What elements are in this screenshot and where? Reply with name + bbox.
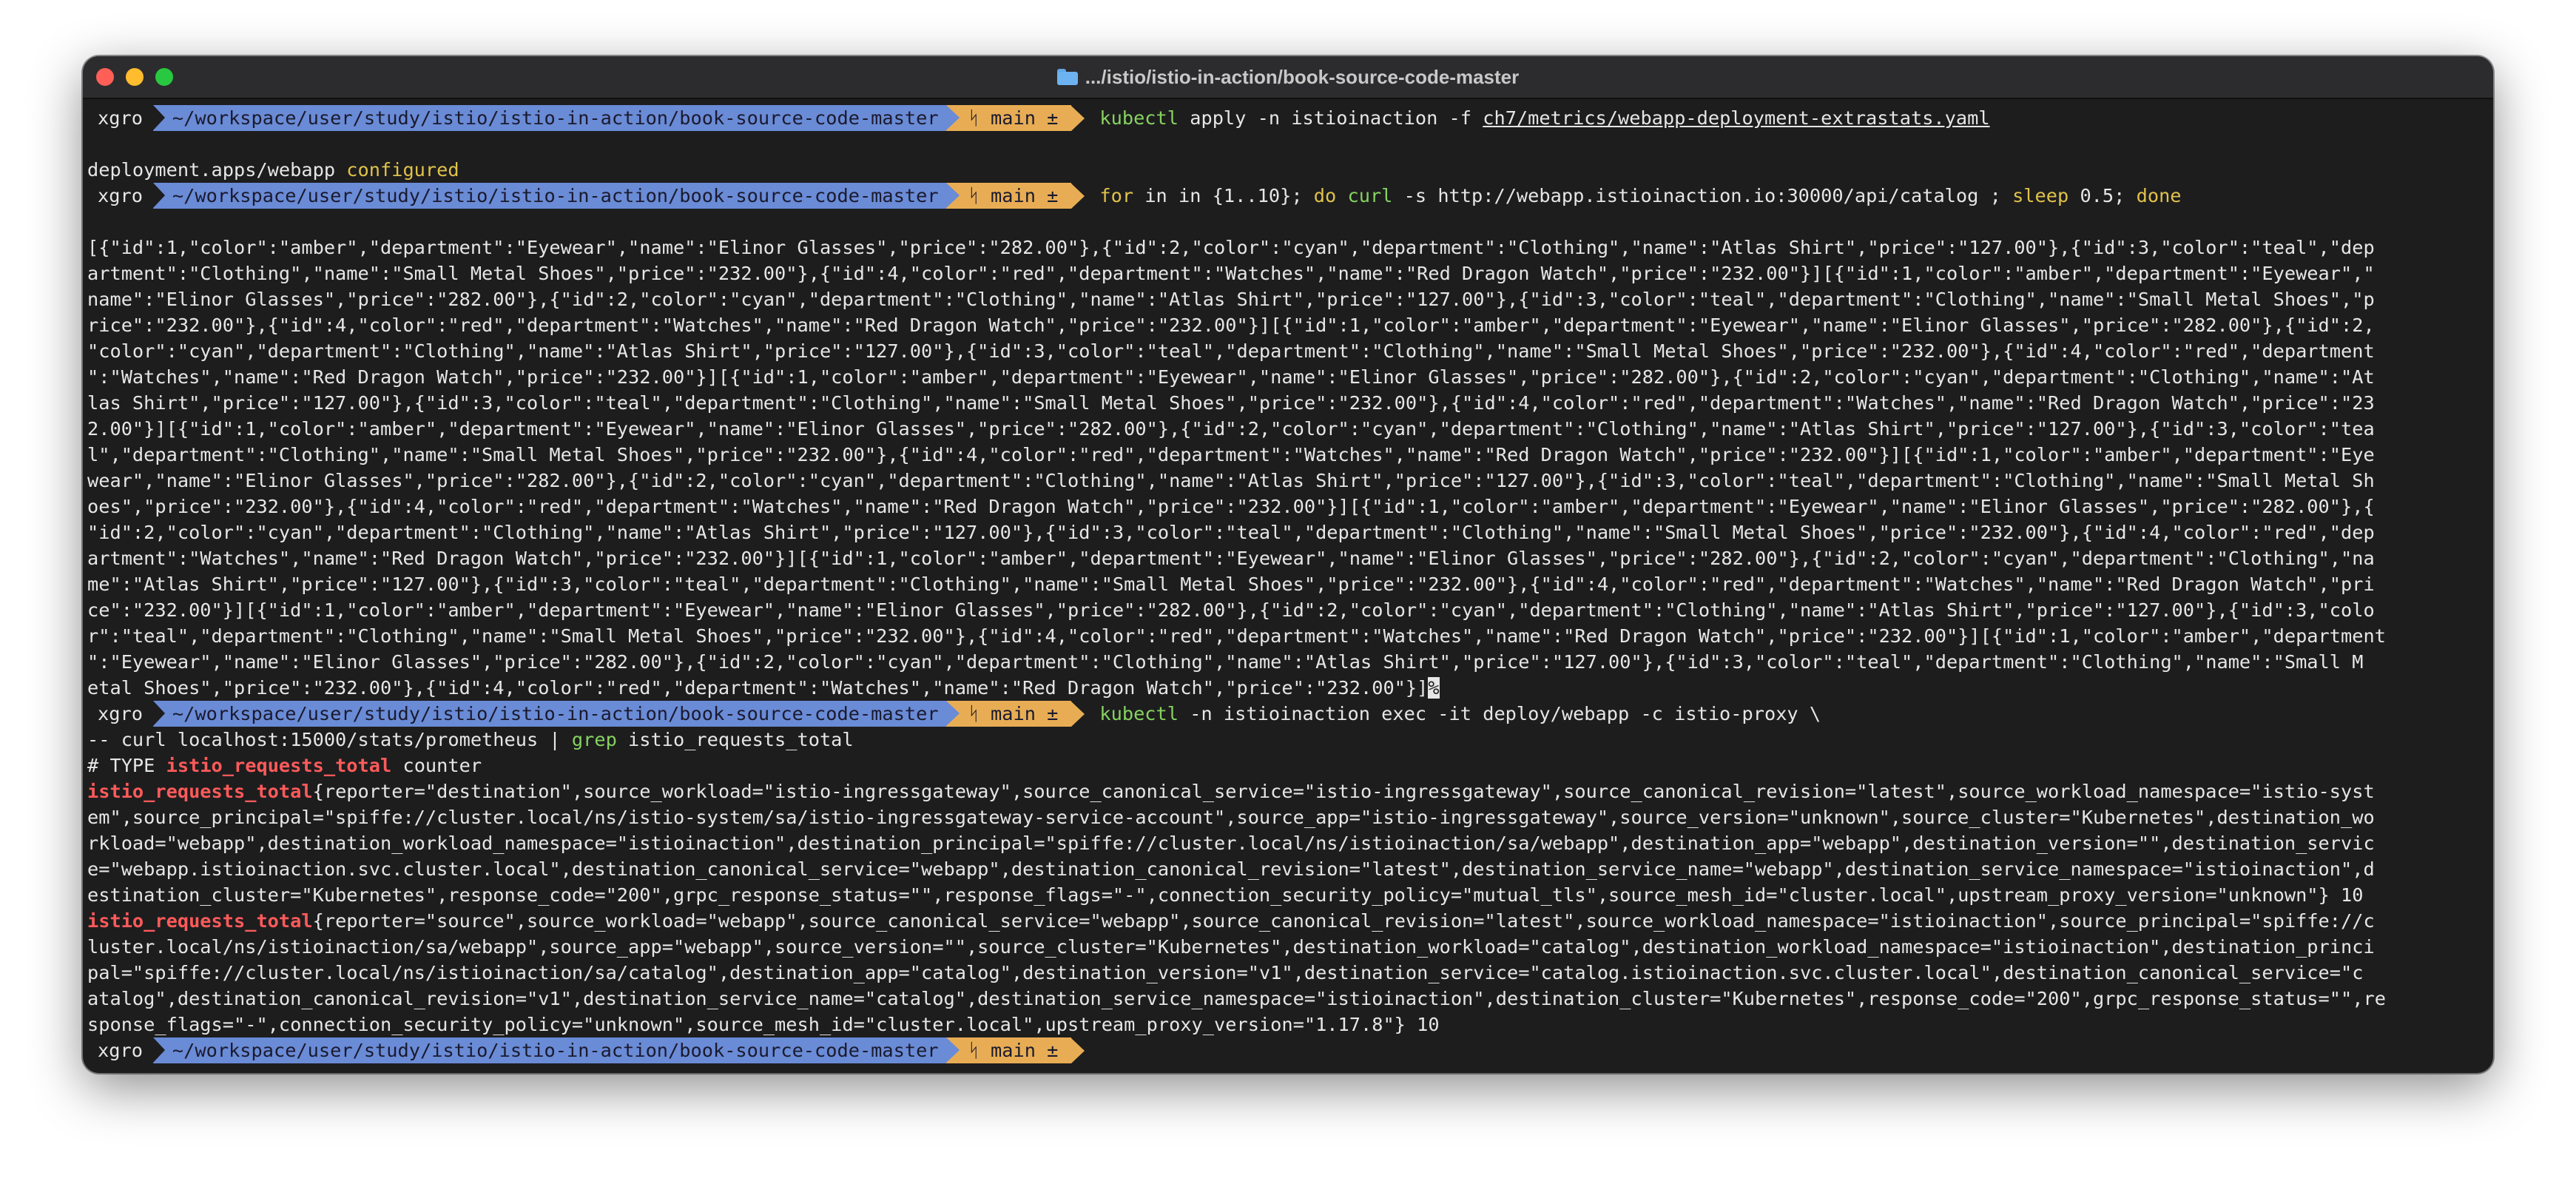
git-branch-icon: ᛋ <box>968 703 980 724</box>
output-line: ":"Watches","name":"Red Dragon Watch","p… <box>87 366 2375 388</box>
command-continuation: -- curl localhost:15000/stats/prometheus… <box>87 729 854 750</box>
output-line: me":"Atlas Shirt","price":"127.00"},{"id… <box>87 574 2375 595</box>
output-line: 2.00"}][{"id":1,"color":"amber","departm… <box>87 418 2375 440</box>
json-output: [{"id":1,"color":"amber","department":"E… <box>87 235 2489 701</box>
metric-name: istio_requests_total <box>87 781 313 802</box>
title-bar[interactable]: .../istio/istio-in-action/book-source-co… <box>83 56 2493 99</box>
output-line: "color":"cyan","department":"Clothing","… <box>87 340 2375 362</box>
output-line: [{"id":1,"color":"amber","department":"E… <box>87 237 2375 258</box>
output-line: las Shirt","price":"127.00"},{"id":3,"co… <box>87 392 2375 414</box>
shell-prompt: xgro ~/workspace/user/study/istio/istio-… <box>87 701 2489 727</box>
file-path-link[interactable]: ch7/metrics/webapp-deployment-extrastats… <box>1483 107 1989 129</box>
git-branch-icon: ᛋ <box>968 185 980 206</box>
prompt-path: ~/workspace/user/study/istio/istio-in-ac… <box>152 105 946 131</box>
output-line: name":"Elinor Glasses","price":"282.00"}… <box>87 289 2375 310</box>
output-line: r":"teal","department":"Clothing","name"… <box>87 625 2386 647</box>
output-line: ":"Eyewear","name":"Elinor Glasses","pri… <box>87 651 2364 673</box>
metric-entry: istio_requests_total{reporter="destinati… <box>87 781 2375 906</box>
output-line: artment":"Watches","name":"Red Dragon Wa… <box>87 548 2375 569</box>
prometheus-type-line: # TYPE istio_requests_total counter <box>87 755 482 776</box>
command-line[interactable]: kubectl -n istioinaction exec -it deploy… <box>1085 701 1821 727</box>
git-branch-icon: ᛋ <box>968 1040 980 1061</box>
prompt-user: xgro <box>98 107 143 129</box>
output-line: deployment.apps/webapp configured <box>87 159 459 181</box>
window-title: .../istio/istio-in-action/book-source-co… <box>1085 65 1520 88</box>
output-line: l","department":"Clothing","name":"Small… <box>87 444 2375 465</box>
command-line[interactable]: for in in {1..10}; do curl -s http://web… <box>1085 183 2181 209</box>
shell-prompt[interactable]: xgro ~/workspace/user/study/istio/istio-… <box>87 1037 2489 1063</box>
metric-name: istio_requests_total <box>87 910 313 932</box>
shell-prompt: xgro ~/workspace/user/study/istio/istio-… <box>87 105 2489 131</box>
output-line: oes","price":"232.00"},{"id":4,"color":"… <box>87 496 2375 517</box>
no-newline-marker: % <box>1428 677 1440 699</box>
metric-entry: istio_requests_total{reporter="source",s… <box>87 910 2386 1035</box>
terminal-output[interactable]: xgro ~/workspace/user/study/istio/istio-… <box>83 98 2493 1073</box>
prompt-git-branch: ᛋ main ± <box>945 105 1072 131</box>
output-line: rice":"232.00"},{"id":4,"color":"red","d… <box>87 314 2375 336</box>
command-line[interactable]: kubectl apply -n istioinaction -f ch7/me… <box>1085 105 1989 131</box>
terminal-window[interactable]: .../istio/istio-in-action/book-source-co… <box>83 56 2493 1073</box>
output-line: artment":"Clothing","name":"Small Metal … <box>87 263 2375 284</box>
status-configured: configured <box>346 159 459 181</box>
output-line: wear","name":"Elinor Glasses","price":"2… <box>87 470 2375 491</box>
git-branch-icon: ᛋ <box>968 107 980 129</box>
folder-icon <box>1056 69 1078 85</box>
output-line: ce":"232.00"}][{"id":1,"color":"amber","… <box>87 599 2375 621</box>
shell-prompt: xgro ~/workspace/user/study/istio/istio-… <box>87 183 2489 209</box>
output-line: etal Shoes","price":"232.00"},{"id":4,"c… <box>87 677 1440 699</box>
output-line: "id":2,"color":"cyan","department":"Clot… <box>87 522 2375 543</box>
